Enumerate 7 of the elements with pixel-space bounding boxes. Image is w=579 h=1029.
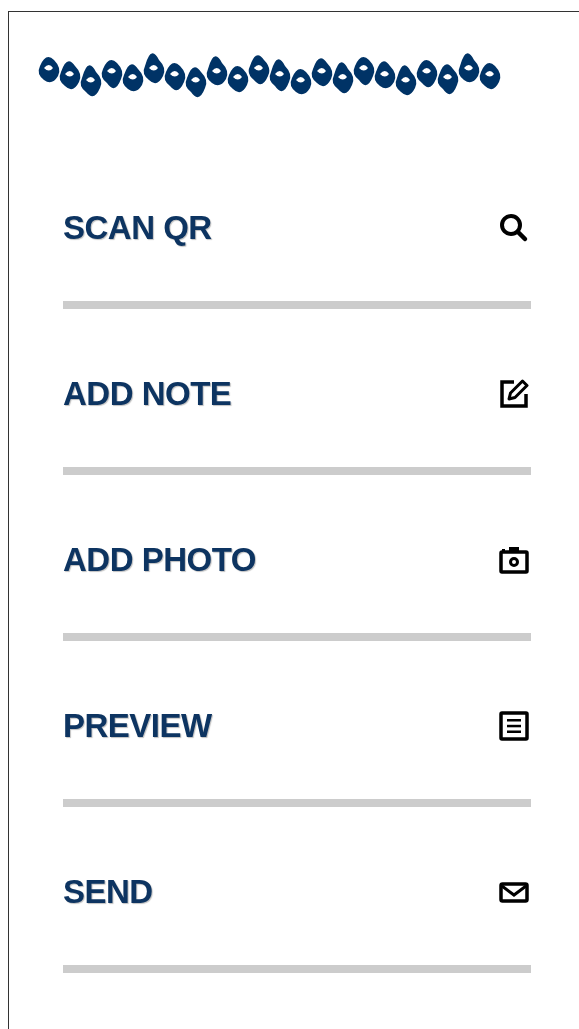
menu-item[interactable]: SCAN QR (63, 209, 212, 247)
pencil-square-icon[interactable] (497, 377, 531, 411)
menu-item[interactable]: PREVIEW (63, 707, 212, 745)
menu-item[interactable]: SEND (63, 873, 153, 911)
menu-item[interactable]: ADD NOTE (63, 375, 232, 413)
menu-item[interactable]: ADD PHOTO (63, 541, 256, 579)
document-icon[interactable] (497, 709, 531, 743)
